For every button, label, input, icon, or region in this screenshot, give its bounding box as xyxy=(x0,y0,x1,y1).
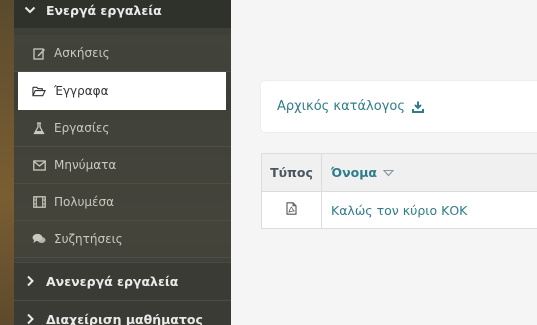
column-header-type: Τύπος xyxy=(262,154,322,191)
table-cell-type xyxy=(262,192,322,228)
documents-table: Τύπος Όνομα Καλώς τον κύριο ΚΟΚ xyxy=(261,153,537,229)
sidebar-item-label: Συζητήσεις xyxy=(54,232,123,246)
sidebar-item-exercises[interactable]: Ασκήσεις xyxy=(14,35,231,72)
sidebar-item-label: Ασκήσεις xyxy=(54,46,110,60)
table-header: Τύπος Όνομα xyxy=(262,154,537,192)
course-admin-header[interactable]: Διαχείριση μαθήματος xyxy=(14,300,231,325)
sidebar-item-documents[interactable]: Έγγραφα xyxy=(18,72,226,110)
active-tools-menu: Ασκήσεις Έγγραφα Εργασίες Μηνύματα Πολυμ… xyxy=(14,35,231,258)
chevron-down-icon xyxy=(24,6,36,14)
sidebar-background-edge xyxy=(0,0,14,325)
folder-open-icon xyxy=(32,84,46,98)
sidebar-item-discussions[interactable]: Συζητήσεις xyxy=(14,221,231,258)
inactive-tools-header[interactable]: Ανενεργά εργαλεία xyxy=(14,262,231,299)
film-icon xyxy=(32,195,46,209)
comments-icon xyxy=(32,232,46,246)
sidebar-item-multimedia[interactable]: Πολυμέσα xyxy=(14,184,231,221)
download-icon[interactable] xyxy=(411,101,424,113)
chevron-right-icon xyxy=(27,313,34,325)
pdf-file-icon xyxy=(286,202,297,218)
sidebar: Ενεργά εργαλεία Ασκήσεις Έγγραφα Εργασίε… xyxy=(0,0,231,325)
sidebar-item-assignments[interactable]: Εργασίες xyxy=(14,110,231,147)
sidebar-item-label: Εργασίες xyxy=(54,121,110,135)
flask-icon xyxy=(32,121,46,135)
edit-icon xyxy=(32,46,46,60)
active-tools-label: Ενεργά εργαλεία xyxy=(46,2,162,18)
column-header-name-label: Όνομα xyxy=(331,165,378,180)
sidebar-item-label: Μηνύματα xyxy=(54,158,117,172)
breadcrumb: Αρχικός κατάλογος xyxy=(261,81,537,132)
sidebar-item-messages[interactable]: Μηνύματα xyxy=(14,147,231,184)
sort-down-icon[interactable] xyxy=(383,169,395,177)
inactive-tools-label: Ανενεργά εργαλεία xyxy=(46,273,179,289)
breadcrumb-root-link[interactable]: Αρχικός κατάλογος xyxy=(277,99,405,114)
document-link[interactable]: Καλώς τον κύριο ΚΟΚ xyxy=(322,192,467,228)
column-header-name[interactable]: Όνομα xyxy=(322,154,395,191)
main-content: Αρχικός κατάλογος Τύπος Όνομα Καλώς τον … xyxy=(231,0,537,325)
sidebar-item-label: Έγγραφα xyxy=(54,84,109,98)
sidebar-item-label: Πολυμέσα xyxy=(54,195,115,209)
table-row[interactable]: Καλώς τον κύριο ΚΟΚ xyxy=(262,192,537,228)
chevron-right-icon xyxy=(27,275,34,287)
course-admin-label: Διαχείριση μαθήματος xyxy=(46,311,203,325)
envelope-icon xyxy=(32,158,46,172)
active-tools-header[interactable]: Ενεργά εργαλεία xyxy=(14,0,231,28)
